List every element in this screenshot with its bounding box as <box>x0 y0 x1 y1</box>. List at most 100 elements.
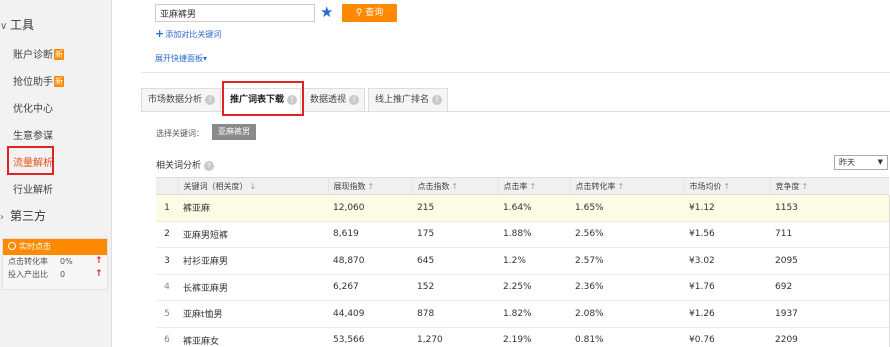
clicks-cell: 175 <box>412 221 498 248</box>
sidebar-item-business-advisor[interactable]: 生意参谋 <box>13 127 53 142</box>
impressions-cell: 44,409 <box>328 300 412 328</box>
keyword-link[interactable]: 裤亚麻 <box>178 194 328 222</box>
keyword-link[interactable]: 裤亚麻女 <box>178 327 328 347</box>
tab-label: 数据透视 <box>310 95 347 105</box>
column-header-label: 关键词（相关度） <box>183 181 248 191</box>
main-content: ★ ⚲ 查询 +添加对比关键词 展开快捷面板▾ 市场数据分析? 推广词表下载? … <box>113 0 890 347</box>
column-header-keyword[interactable]: 关键词（相关度） ↓ <box>177 177 328 195</box>
tab-market-data[interactable]: 市场数据分析? <box>141 88 221 111</box>
sidebar-item-position-helper[interactable]: 抢位助手新 <box>13 73 64 88</box>
price-cell: ¥1.56 <box>684 221 770 248</box>
caret-down-icon: ▾ <box>203 54 208 63</box>
realtime-header: 实时点击 <box>3 239 107 255</box>
sidebar-item-account-diagnosis[interactable]: 账户诊断新 <box>13 46 64 61</box>
clicks-cell: 152 <box>412 274 498 301</box>
sidebar-item-label: 生意参谋 <box>13 131 53 142</box>
tab-label: 线上推广排名 <box>375 95 430 105</box>
impressions-cell: 12,060 <box>328 194 412 222</box>
rank-cell: 3 <box>156 247 178 275</box>
competition-cell: 1937 <box>770 300 889 328</box>
impressions-cell: 8,619 <box>328 221 412 248</box>
column-header-label: 点击转化率 <box>575 181 616 191</box>
column-header-rank <box>156 177 178 195</box>
realtime-row: 投入产出比 0 ↑ <box>3 268 107 281</box>
help-icon[interactable]: ? <box>349 95 360 105</box>
rank-cell: 2 <box>156 221 178 248</box>
realtime-panel: 实时点击 点击转化率 0% ↑ 投入产出比 0 ↑ <box>2 238 108 290</box>
tab-online-ranking[interactable]: 线上推广排名? <box>368 88 448 111</box>
tools-group-label: 工具 <box>10 18 35 32</box>
sort-arrow-icon: ↓ <box>249 181 257 191</box>
related-words-title-text: 相关词分析 <box>156 161 202 171</box>
up-arrow-icon: ↑ <box>95 269 103 279</box>
ctr-cell: 2.19% <box>498 327 570 347</box>
ctr-cell: 1.88% <box>498 221 570 248</box>
divider <box>141 72 890 73</box>
realtime-row: 点击转化率 0% ↑ <box>3 255 107 268</box>
column-header-label: 市场均价 <box>689 181 722 191</box>
rank-cell: 6 <box>156 327 178 347</box>
table-row[interactable]: 4 长裤亚麻男 6,267 152 2.25% 2.36% ¥1.76 692 <box>156 274 889 301</box>
query-button-label: 查询 <box>365 8 384 18</box>
sidebar-item-label: 优化中心 <box>13 104 53 115</box>
add-compare-label: 添加对比关键词 <box>165 30 222 39</box>
ctr-cell: 1.82% <box>498 300 570 328</box>
table-row[interactable]: 3 衬衫亚麻男 48,870 645 1.2% 2.57% ¥3.02 2095 <box>156 247 889 275</box>
clicks-cell: 1,270 <box>412 327 498 347</box>
search-input[interactable] <box>155 4 315 22</box>
tools-group[interactable]: ∨ 工具 <box>0 16 34 33</box>
tab-data-pivot[interactable]: 数据透视? <box>303 88 365 111</box>
realtime-label: 投入产出比 <box>8 270 48 279</box>
help-icon[interactable]: ? <box>204 161 215 171</box>
sort-arrow-icon: ↑ <box>529 181 537 191</box>
period-select[interactable]: 昨天 ▼ <box>834 155 888 170</box>
competition-cell: 2095 <box>770 247 889 275</box>
expand-panel-link[interactable]: 展开快捷面板▾ <box>155 53 207 64</box>
sidebar-item-label: 行业解析 <box>13 185 53 196</box>
column-header-impressions[interactable]: 展现指数 ↑ <box>327 177 412 195</box>
clicks-cell: 215 <box>412 194 498 222</box>
keyword-table: 关键词（相关度） ↓ 展现指数 ↑ 点击指数 ↑ 点击率 ↑ 点击转化率 ↑ 市场均价 ↑ … <box>156 177 889 347</box>
ctr-cell: 1.2% <box>498 247 570 275</box>
sidebar-item-industry-analysis[interactable]: 行业解析 <box>13 181 53 196</box>
sort-arrow-icon: ↑ <box>367 181 375 191</box>
competition-cell: 711 <box>770 221 889 248</box>
highlight-box <box>7 146 54 175</box>
realtime-title: 实时点击 <box>19 242 51 251</box>
table-row[interactable]: 1 裤亚麻 12,060 215 1.64% 1.65% ¥1.12 1153 <box>156 194 889 222</box>
column-header-competition[interactable]: 竞争度 ↑ <box>769 177 889 195</box>
ctr-cell: 1.64% <box>498 194 570 222</box>
clicks-cell: 878 <box>412 300 498 328</box>
selected-keyword-tag[interactable]: 亚麻裤男 <box>212 124 256 140</box>
table-row[interactable]: 6 裤亚麻女 53,566 1,270 2.19% 0.81% ¥0.76 22… <box>156 327 889 347</box>
table-row[interactable]: 5 亚麻t恤男 44,409 878 1.82% 2.08% ¥1.26 193… <box>156 300 889 328</box>
keyword-link[interactable]: 亚麻男短裤 <box>178 221 328 248</box>
help-icon[interactable]: ? <box>432 95 443 105</box>
keyword-link[interactable]: 亚麻t恤男 <box>178 300 328 328</box>
sidebar-item-optimization-center[interactable]: 优化中心 <box>13 100 53 115</box>
impressions-cell: 6,267 <box>328 274 412 301</box>
highlight-box <box>222 81 304 116</box>
new-badge: 新 <box>54 49 64 60</box>
third-party-group[interactable]: › 第三方 <box>0 207 46 224</box>
add-compare-keyword-link[interactable]: +添加对比关键词 <box>155 27 221 40</box>
keyword-link[interactable]: 衬衫亚麻男 <box>178 247 328 275</box>
column-header-ctr[interactable]: 点击率 ↑ <box>497 177 570 195</box>
column-header-price[interactable]: 市场均价 ↑ <box>683 177 770 195</box>
help-icon[interactable]: ? <box>205 95 216 105</box>
table-row[interactable]: 2 亚麻男短裤 8,619 175 1.88% 2.56% ¥1.56 711 <box>156 221 889 248</box>
column-header-cvr[interactable]: 点击转化率 ↑ <box>569 177 684 195</box>
ctr-cell: 2.25% <box>498 274 570 301</box>
realtime-value: 0% <box>60 257 73 266</box>
select-keyword-label: 选择关键词： <box>156 129 204 138</box>
keyword-link[interactable]: 长裤亚麻男 <box>178 274 328 301</box>
star-icon[interactable]: ★ <box>320 3 333 21</box>
up-arrow-icon: ↑ <box>95 256 103 266</box>
cvr-cell: 2.36% <box>570 274 684 301</box>
column-header-label: 竞争度 <box>775 181 800 191</box>
column-header-clicks[interactable]: 点击指数 ↑ <box>411 177 498 195</box>
price-cell: ¥1.12 <box>684 194 770 222</box>
query-button[interactable]: ⚲ 查询 <box>342 4 397 22</box>
new-badge: 新 <box>54 76 64 87</box>
caret-down-icon: ▼ <box>877 158 883 166</box>
